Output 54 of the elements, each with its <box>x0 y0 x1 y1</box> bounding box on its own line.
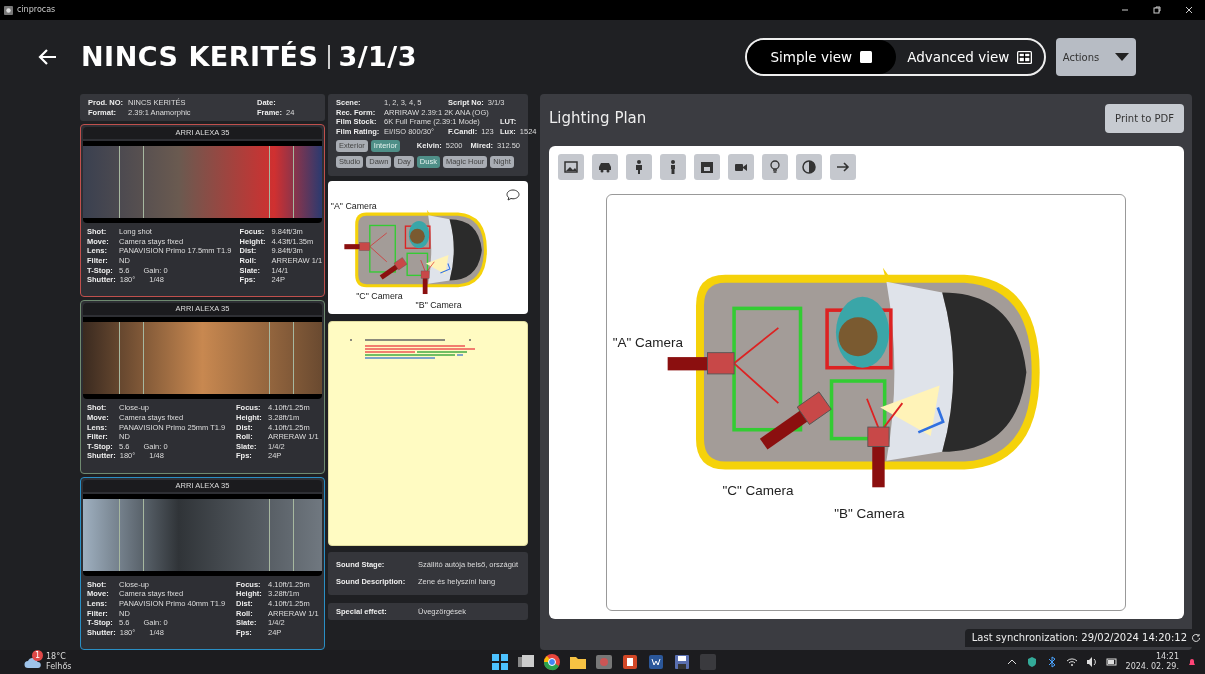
clock-time: 14:21 <box>1154 652 1179 662</box>
light-bulb-tool[interactable] <box>762 154 788 180</box>
scene-number: 3/1/3 <box>338 39 417 74</box>
square-icon <box>860 51 872 63</box>
presentation-app-icon[interactable] <box>621 653 639 671</box>
camera-label: "B" Camera <box>834 506 905 522</box>
sync-status: Last synchronization: 29/02/2024 14:20:12 <box>971 631 1187 645</box>
photo-app-icon[interactable] <box>595 653 613 671</box>
video-camera-tool[interactable] <box>728 154 754 180</box>
app-icon <box>4 5 13 15</box>
shield-icon[interactable] <box>1025 656 1038 668</box>
notification-badge: 1 <box>32 650 43 661</box>
battery-icon[interactable] <box>1105 656 1118 668</box>
camera-label: "A" Camera <box>330 200 377 211</box>
camera-label: "B" Camera <box>415 299 462 310</box>
image-tool[interactable] <box>558 154 584 180</box>
light-bulb-icon <box>767 159 783 175</box>
camera-label: "C" Camera <box>722 483 794 499</box>
panel-title: Lighting Plan <box>549 108 647 130</box>
clapperboard-icon <box>699 159 715 175</box>
clock-date: 2024. 02. 29. <box>1125 662 1179 672</box>
temperature: 18°C <box>46 652 67 662</box>
page-title: NINCS KERITÉS <box>81 39 319 74</box>
view-toggle-option[interactable]: Simple view <box>747 40 896 74</box>
close-icon[interactable] <box>1185 6 1193 14</box>
car-tool[interactable] <box>592 154 618 180</box>
wifi-icon[interactable] <box>1065 656 1078 668</box>
person-tool[interactable] <box>660 154 686 180</box>
print-button[interactable]: Print to PDF <box>1105 104 1184 133</box>
camera-label: "A" Camera <box>612 335 683 351</box>
browser-icon[interactable] <box>543 653 561 671</box>
minimize-icon[interactable] <box>1121 6 1129 14</box>
person-tool[interactable] <box>626 154 652 180</box>
speaker-icon[interactable] <box>1085 656 1098 668</box>
image-icon <box>563 159 579 175</box>
title-divider <box>328 45 331 69</box>
contrast-icon <box>801 159 817 175</box>
camera-label: "C" Camera <box>356 290 403 301</box>
grid-icon <box>1017 50 1033 64</box>
back-arrow-icon[interactable] <box>37 48 57 66</box>
view-toggle-option[interactable]: Advanced view <box>895 40 1044 74</box>
actions-button[interactable]: Actions <box>1056 38 1136 76</box>
restore-icon[interactable] <box>1153 6 1161 14</box>
caret-icon <box>1115 53 1130 61</box>
bell-icon[interactable] <box>1187 657 1197 667</box>
refresh-icon[interactable] <box>1191 632 1201 643</box>
window-title: cinprocas <box>17 4 56 16</box>
clapperboard-tool[interactable] <box>694 154 720 180</box>
comment-icon[interactable] <box>506 188 520 201</box>
contrast-tool[interactable] <box>796 154 822 180</box>
windows-start-icon[interactable] <box>491 653 509 671</box>
arrow-tool[interactable] <box>830 154 856 180</box>
document-app-icon[interactable] <box>647 653 665 671</box>
weather-condition: Felhős <box>46 662 72 672</box>
